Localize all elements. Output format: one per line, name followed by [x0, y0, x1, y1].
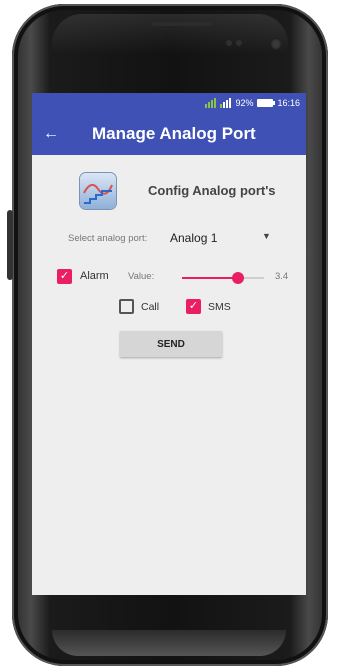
arrow-back-icon[interactable]: ← — [36, 125, 66, 143]
side-button — [7, 210, 13, 280]
toolbar: ← Manage Analog Port — [32, 113, 306, 155]
send-button[interactable]: SEND — [120, 331, 222, 357]
status-time: 16:16 — [277, 98, 300, 108]
signal-icon — [205, 98, 217, 108]
phone-shine — [52, 14, 288, 54]
port-select-label: Select analog port: — [68, 233, 148, 244]
call-label: Call — [141, 301, 160, 313]
port-select-dropdown[interactable]: Analog 1 — [170, 231, 217, 245]
status-bar: 92% 16:16 — [32, 93, 306, 113]
alarm-checkbox[interactable]: ✓ — [57, 269, 72, 284]
call-checkbox[interactable] — [119, 299, 134, 314]
value-slider[interactable] — [182, 272, 264, 284]
port-select-row: Select analog port: Analog 1 ▼ — [32, 230, 306, 248]
front-camera — [270, 38, 282, 50]
sms-checkbox[interactable]: ✓ — [186, 299, 201, 314]
notify-row: Call ✓ SMS — [32, 297, 306, 317]
signal-icon-2 — [220, 98, 232, 108]
earpiece-speaker — [152, 22, 212, 26]
proximity-sensor — [226, 40, 248, 48]
config-title: Config Analog port's — [148, 183, 276, 198]
battery-icon — [257, 99, 276, 107]
battery-percent: 92% — [235, 98, 254, 108]
sms-label: SMS — [208, 301, 231, 313]
app-screen: 92% 16:16 ← Manage Analog Port Config An… — [32, 93, 306, 595]
page-title: Manage Analog Port — [92, 124, 256, 143]
value-label: Value: — [128, 271, 155, 282]
config-header: Config Analog port's — [32, 173, 306, 211]
alarm-row: ✓ Alarm Value: 3.4 — [32, 267, 306, 287]
slider-thumb[interactable] — [231, 272, 244, 284]
slider-value: 3.4 — [275, 271, 289, 282]
analog-chart-icon — [80, 173, 116, 209]
slider-fill — [182, 277, 238, 279]
phone-chin — [52, 630, 286, 656]
dropdown-arrow-icon[interactable]: ▼ — [262, 231, 271, 241]
alarm-label: Alarm — [80, 270, 109, 282]
